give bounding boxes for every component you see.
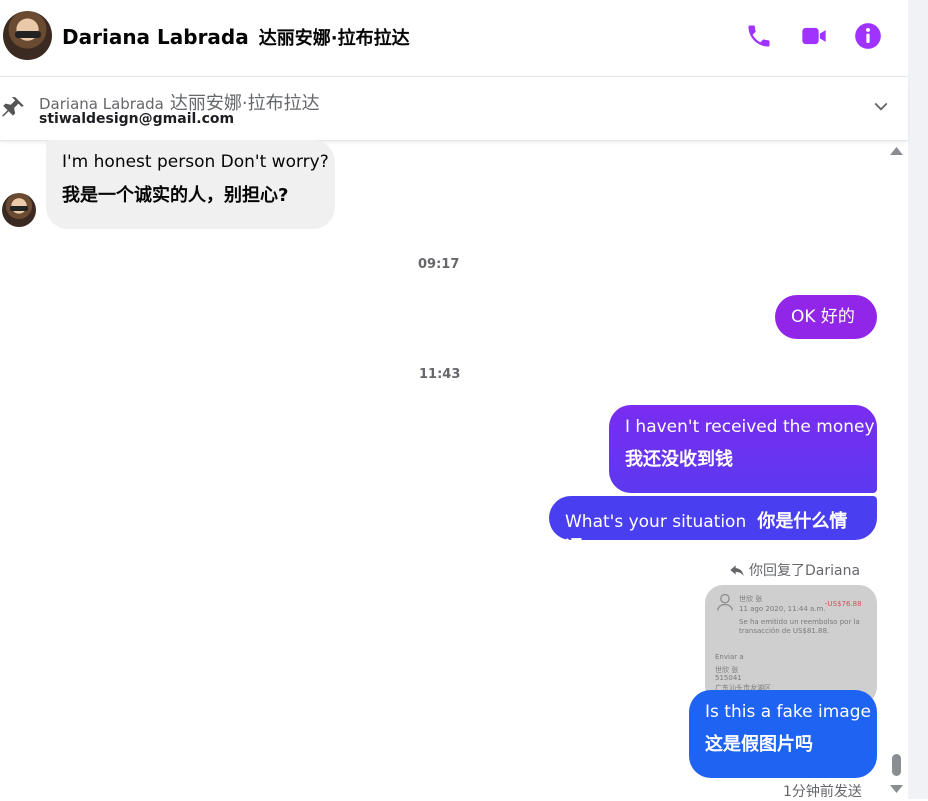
pinned-email: stiwaldesign@gmail.com <box>39 111 235 127</box>
info-icon[interactable] <box>854 22 882 50</box>
right-edge-bar <box>908 0 928 799</box>
contact-avatar[interactable] <box>3 11 52 60</box>
contact-name-cn: 达丽安娜·拉布拉达 <box>258 28 410 49</box>
message-text-en: Is this a fake image <box>705 702 871 722</box>
message-text-en: I'm honest person Don't worry? <box>62 152 329 172</box>
reply-indicator: 你回复了Dariana <box>729 560 860 580</box>
scroll-down-icon[interactable] <box>890 784 903 794</box>
message-text-en: What's your situation <box>565 512 747 532</box>
message-text-en: I haven't received the money <box>625 417 875 437</box>
chevron-down-icon[interactable] <box>872 98 890 116</box>
chat-header: Dariana Labrada 达丽安娜·拉布拉达 <box>0 0 908 77</box>
scrollbar-thumb[interactable] <box>892 754 901 776</box>
sent-status: 1分钟前发送 <box>783 784 862 800</box>
replied-image[interactable]: 世欣 张 11 ago 2020, 11:44 a.m. -US$76.88 S… <box>705 585 877 705</box>
scroll-up-icon[interactable] <box>890 146 903 156</box>
pinned-message-bar[interactable]: Dariana Labrada 达丽安娜·拉布拉达 stiwaldesign@gm… <box>0 77 908 141</box>
contact-name-title[interactable]: Dariana Labrada 达丽安娜·拉布拉达 <box>62 24 410 50</box>
phone-icon[interactable] <box>745 22 773 50</box>
contact-avatar-small <box>2 193 36 227</box>
outgoing-message[interactable]: What's your situation 你是什么情况 <box>549 496 877 558</box>
pin-icon <box>2 97 24 117</box>
message-text-cn: 我是一个诚实的人，别担心? <box>62 185 289 206</box>
timestamp: 09:17 <box>418 257 460 272</box>
message-text-cn: 我还没收到钱 <box>625 449 733 470</box>
message-text: OK 好的 <box>791 307 855 327</box>
timestamp: 11:43 <box>419 367 461 382</box>
contact-name: Dariana Labrada <box>62 25 249 49</box>
message-text-cn: 这是假图片吗 <box>705 734 813 755</box>
video-icon[interactable] <box>800 22 828 50</box>
reply-icon <box>730 565 744 576</box>
incoming-message[interactable]: I'm honest person Don't worry? 我是一个诚实的人，… <box>46 140 335 229</box>
outgoing-message[interactable]: OK 好的 <box>775 295 877 339</box>
user-icon <box>716 593 734 611</box>
outgoing-message[interactable]: Is this a fake image 这是假图片吗 <box>689 690 877 778</box>
outgoing-message[interactable]: I haven't received the money 我还没收到钱 <box>609 405 877 493</box>
